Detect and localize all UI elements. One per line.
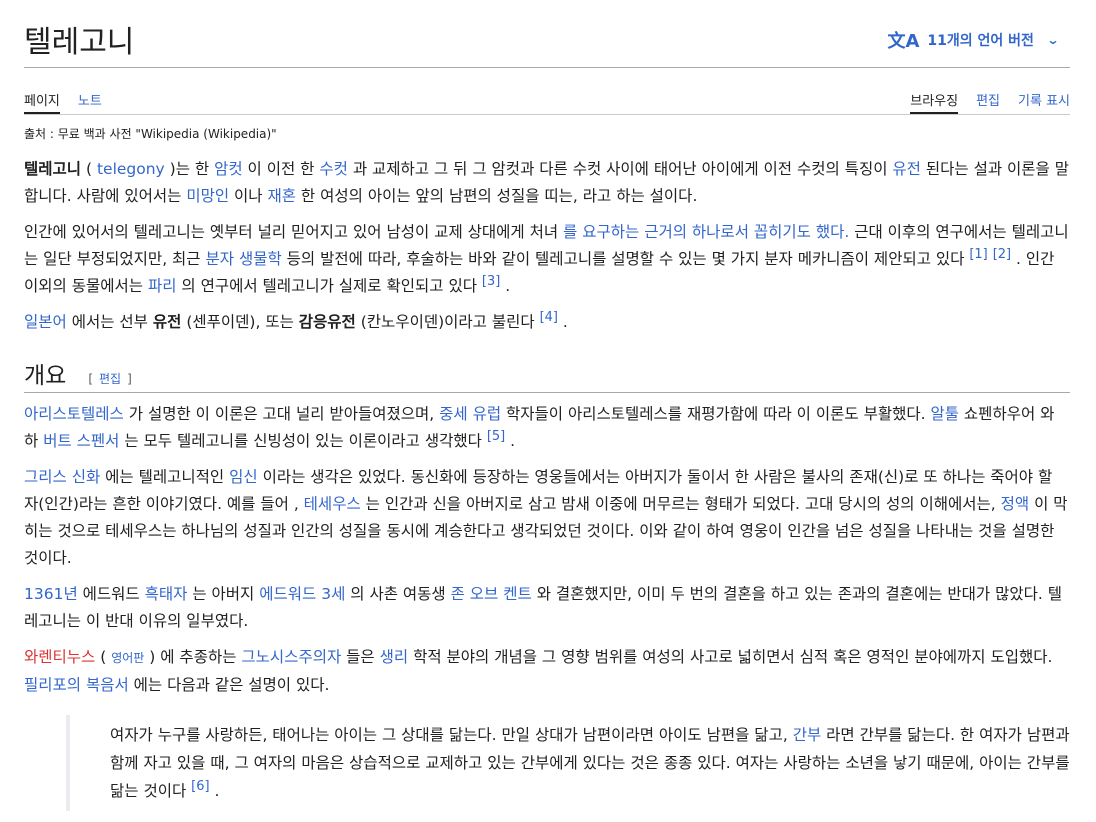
- text: 의 연구에서 텔레고니가 실제로 확인되고 있다: [176, 277, 482, 295]
- text: 과 교제하고 그 뒤 그 암컷과 다른 수컷 사이에 태어난 아이에게 이전 수…: [347, 160, 893, 178]
- section-edit-link[interactable]: 편집: [99, 372, 121, 386]
- section-title: 개요: [24, 363, 67, 389]
- reference-6[interactable]: [6]: [191, 779, 209, 794]
- text: .: [500, 277, 511, 295]
- section-heading: 개요 [ 편집]: [24, 356, 1070, 393]
- page-title: 텔레고니: [24, 25, 135, 60]
- link-valentinus-missing[interactable]: 와렌티누스: [24, 648, 95, 666]
- text: 학적 분야의 개념을 그 영향 범위를 여성의 사고로 넓히면서 심적 혹은 영…: [408, 648, 1053, 666]
- tab-page[interactable]: 페이지: [24, 68, 60, 114]
- text: 에는 텔레고니적인: [100, 468, 230, 486]
- section-paragraph-2: 그리스 신화 에는 텔레고니적인 임신 이라는 생각은 있었다. 동신화에 등장…: [24, 464, 1070, 572]
- text: 학자들이 아리스토텔레스를 재평가함에 따라 이 이론도 부활했다.: [501, 405, 931, 423]
- link-pregnancy[interactable]: 임신: [229, 468, 258, 486]
- text: 에는 다음과 같은 설명이 있다.: [128, 676, 330, 694]
- article-header: 텔레고니 文A 11개의 언어 버전 ⌄: [24, 0, 1070, 68]
- text: .: [505, 432, 516, 450]
- link-aristotle[interactable]: 아리스토텔레스: [24, 405, 124, 423]
- language-label: 11개의 언어 버전: [927, 33, 1034, 49]
- link-male[interactable]: 수컷: [319, 160, 348, 178]
- text: 인간에 있어서의 텔레고니는 옛부터 널리 믿어지고 있어 남성이 교제 상대에…: [24, 223, 564, 241]
- text: 의 사촌 여동생: [345, 585, 451, 603]
- intro-paragraph-2: 인간에 있어서의 텔레고니는 옛부터 널리 믿어지고 있어 남성이 교제 상대에…: [24, 219, 1070, 300]
- text: 한 여성의 아이는 앞의 남편의 성질을 띠는, 라고 하는 설이다.: [296, 187, 698, 205]
- text: 이나: [229, 187, 268, 205]
- namespace-tabs: 페이지 노트: [24, 68, 102, 114]
- chevron-down-icon: ⌄: [1046, 33, 1060, 47]
- bold-term: 유전: [152, 313, 182, 331]
- link-molecular-biology[interactable]: 분자 생물학: [206, 250, 282, 268]
- text: (: [95, 648, 112, 666]
- link-arthur[interactable]: 알툴: [930, 405, 959, 423]
- bracket: [: [88, 372, 94, 386]
- page-tabs: 페이지 노트 브라우징 편집 기록 표시: [24, 68, 1070, 115]
- reference-2[interactable]: [2]: [993, 247, 1011, 262]
- text: 는 모두 텔레고니를 신빙성이 있는 이론이라고 생각했다: [119, 432, 487, 450]
- section-edit: [ 편집]: [88, 370, 131, 387]
- link-virginity[interactable]: 를 요구하는 근거의 하나로서 꼽히기도 했다.: [563, 223, 849, 241]
- text: 이 이전 한: [242, 160, 320, 178]
- link-japanese[interactable]: 일본어: [24, 313, 67, 331]
- link-heredity[interactable]: 유전: [892, 160, 921, 178]
- link-english-version[interactable]: 영어판: [111, 651, 144, 665]
- tab-talk[interactable]: 노트: [78, 68, 102, 114]
- text: 등의 발전에 따라, 후술하는 바와 같이 텔레고니를 설명할 수 있는 몇 가…: [281, 250, 970, 268]
- reference-5[interactable]: [5]: [487, 429, 505, 444]
- link-greek-mythology[interactable]: 그리스 신화: [24, 468, 100, 486]
- link-theseus[interactable]: 테세우스: [304, 495, 361, 513]
- link-semen[interactable]: 정액: [1001, 495, 1030, 513]
- link-edward-iii[interactable]: 에드워드 3세: [259, 585, 345, 603]
- link-medieval-europe[interactable]: 중세 유럽: [439, 405, 501, 423]
- bracket: ]: [127, 372, 132, 386]
- view-tabs: 브라우징 편집 기록 표시: [910, 68, 1070, 114]
- translate-icon: 文A: [887, 31, 920, 52]
- text: 에서는 선부: [66, 313, 153, 331]
- link-gospel-of-philip[interactable]: 필리포의 복음서: [24, 676, 129, 694]
- bold-term: 텔레고니: [24, 160, 82, 178]
- text: (센푸이덴), 또는: [181, 313, 299, 331]
- text: 에드워드: [77, 585, 145, 603]
- text: )는 한: [164, 160, 215, 178]
- bold-term: 감응유전: [298, 313, 356, 331]
- intro-paragraph-3: 일본어 에서는 선부 유전 (센푸이덴), 또는 감응유전 (칸노우이덴)이라고…: [24, 309, 1070, 336]
- tab-edit[interactable]: 편집: [976, 68, 1000, 114]
- text: 가 설명한 이 이론은 고대 널리 받아들여졌으며,: [123, 405, 440, 423]
- intro-paragraph-1: 텔레고니 ( telegony )는 한 암컷 이 이전 한 수컷 과 교제하고…: [24, 156, 1070, 210]
- text: 여자가 누구를 사랑하든, 태어나는 아이는 그 상대를 닮는다. 만일 상대가…: [110, 726, 793, 744]
- link-remarriage[interactable]: 재혼: [267, 187, 296, 205]
- text: 는 인간과 신을 아버지로 삼고 밤새 이중에 머무르는 형태가 되었다. 고대…: [360, 495, 1001, 513]
- link-gnostics[interactable]: 그노시스주의자: [241, 648, 341, 666]
- language-button[interactable]: 文A 11개의 언어 버전 ⌄: [887, 27, 1060, 53]
- article-body: 텔레고니 ( telegony )는 한 암컷 이 이전 한 수컷 과 교제하고…: [24, 156, 1070, 811]
- site-sub: 출처 : 무료 백과 사전 "Wikipedia (Wikipedia)": [24, 127, 277, 141]
- link-fly[interactable]: 파리: [148, 277, 177, 295]
- reference-1[interactable]: [1]: [969, 247, 987, 262]
- section-paragraph-4: 와렌티누스 ( 영어판 ) 에 추종하는 그노시스주의자 들은 생리 학적 분야…: [24, 644, 1070, 699]
- link-physiology[interactable]: 생리: [380, 648, 409, 666]
- quote-block: 여자가 누구를 사랑하든, 태어나는 아이는 그 상대를 닮는다. 만일 상대가…: [66, 715, 1070, 811]
- reference-3[interactable]: [3]: [482, 274, 500, 289]
- text: (칸노우이덴)이라고 불린다: [355, 313, 540, 331]
- article-page: 텔레고니 文A 11개의 언어 버전 ⌄ 페이지 노트 브라우징 편집 기록 표…: [0, 0, 1096, 811]
- text: (: [81, 160, 97, 178]
- link-joan-of-kent[interactable]: 존 오브 켄트: [451, 585, 532, 603]
- link-widow[interactable]: 미망인: [186, 187, 229, 205]
- link-adulterer[interactable]: 간부: [793, 726, 822, 744]
- link-female[interactable]: 암컷: [214, 160, 243, 178]
- text: ) 에 추종하는: [144, 648, 242, 666]
- section-paragraph-1: 아리스토텔레스 가 설명한 이 이론은 고대 널리 받아들여졌으며, 중세 유럽…: [24, 401, 1070, 455]
- tab-read[interactable]: 브라우징: [910, 68, 959, 114]
- text: 들은: [341, 648, 380, 666]
- link-herbert-spencer[interactable]: 버트 스펜서: [43, 432, 119, 450]
- link-1361[interactable]: 1361년: [24, 585, 78, 603]
- text: .: [209, 782, 220, 800]
- reference-4[interactable]: [4]: [540, 310, 558, 325]
- link-black-prince[interactable]: 흑태자: [145, 585, 188, 603]
- quote-text: 여자가 누구를 사랑하든, 태어나는 아이는 그 상대를 닮는다. 만일 상대가…: [110, 721, 1070, 805]
- text: .: [558, 313, 568, 331]
- tab-history[interactable]: 기록 표시: [1018, 68, 1070, 114]
- text: 는 아버지: [187, 585, 260, 603]
- section-paragraph-3: 1361년 에드워드 흑태자 는 아버지 에드워드 3세 의 사촌 여동생 존 …: [24, 581, 1070, 635]
- link-telegony[interactable]: telegony: [97, 160, 165, 178]
